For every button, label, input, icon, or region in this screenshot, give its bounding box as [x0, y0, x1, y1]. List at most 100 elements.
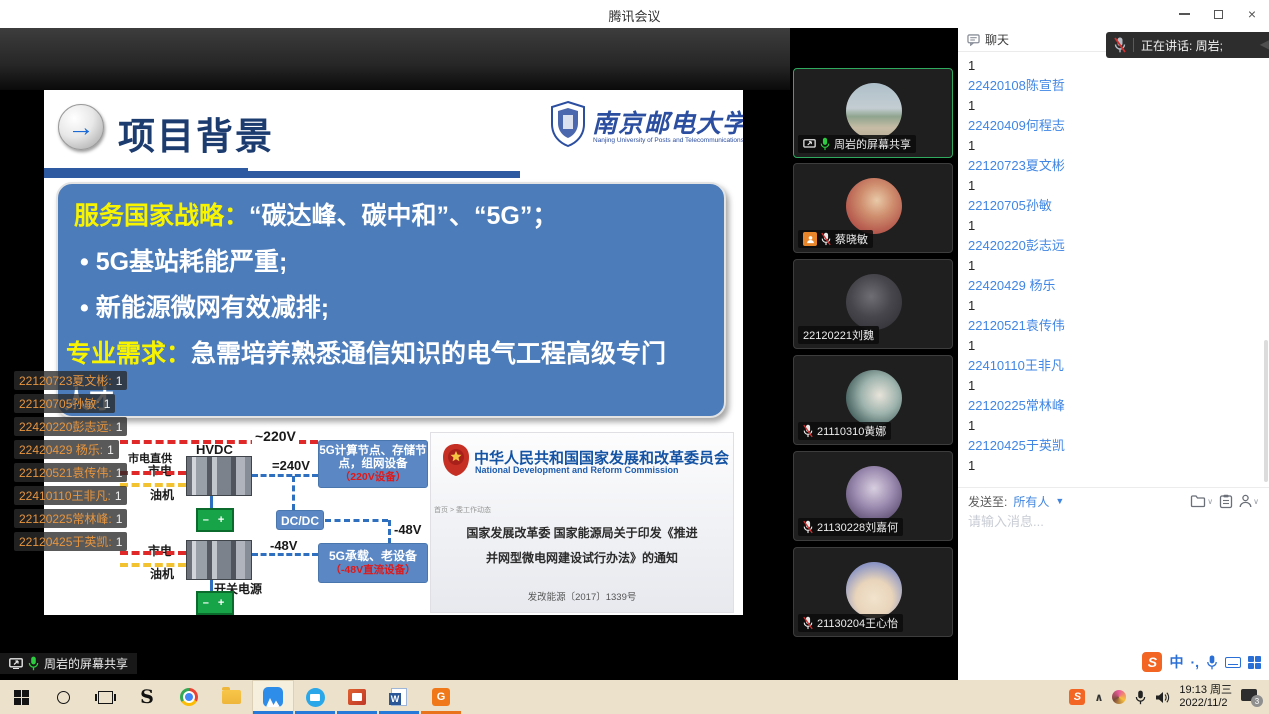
red-dashed-line-2: [120, 551, 186, 555]
overlay-message: 22120225常林峰:1: [14, 509, 127, 528]
battery-2: – +: [196, 591, 234, 615]
ime-toolbox-icon[interactable]: [1248, 656, 1261, 669]
history-folder-button[interactable]: ∨: [1190, 494, 1213, 508]
overlay-message: 22120425于英凯:1: [14, 532, 127, 551]
title-divider-bar-thin: [248, 171, 520, 178]
chat-sender[interactable]: 22120705孙敏: [968, 196, 1269, 216]
chat-sender[interactable]: 22120225常林峰: [968, 396, 1269, 416]
title-divider-bar: [44, 168, 248, 178]
avatar: [846, 370, 902, 426]
avatar: [846, 83, 902, 139]
close-button[interactable]: ×: [1235, 0, 1269, 28]
start-button[interactable]: [0, 680, 42, 714]
send-to-select[interactable]: 所有人: [1013, 493, 1049, 510]
blue-dashed-dcdc-out: [325, 519, 388, 522]
participant-tile-zhouyan[interactable]: 周岩的屏幕共享: [793, 68, 953, 158]
mic-on-icon: [28, 656, 39, 671]
gov-doc-number: 发改能源〔2017〕1339号: [430, 589, 734, 603]
private-chat-button[interactable]: ∨: [1239, 494, 1259, 508]
chat-scrollbar[interactable]: [1264, 340, 1268, 482]
chat-input[interactable]: [968, 514, 1248, 529]
host-icon: [803, 232, 817, 246]
chat-sender[interactable]: 22120425于英凯: [968, 436, 1269, 456]
blue-dashed-240v: [252, 474, 318, 477]
blue-dashed-vert-1: [292, 476, 295, 510]
system-tray: S ∧ 19:13 周三 2022/11/2 3: [1069, 684, 1269, 710]
chevron-down-icon[interactable]: ▼: [1055, 496, 1064, 506]
tray-app-icon[interactable]: [1112, 690, 1126, 704]
label-240v: =240V: [272, 458, 310, 473]
participant-badge: 21130228刘嘉何: [798, 518, 903, 536]
taskbar-clock[interactable]: 19:13 周三 2022/11/2: [1179, 684, 1232, 710]
participant-tile-caixiaomin[interactable]: 蔡晓敏: [793, 163, 953, 253]
battery-1: – +: [196, 508, 234, 532]
blue-dashed-vert-2: [388, 520, 391, 544]
participant-tile-liujiahe[interactable]: 21130228刘嘉何: [793, 451, 953, 541]
chat-sender[interactable]: 22420220彭志远: [968, 236, 1269, 256]
notification-center-icon[interactable]: 3: [1241, 689, 1261, 705]
sogou-logo-icon[interactable]: S: [1142, 652, 1162, 672]
slide-bullet-2: • 新能源微网有效减排;: [80, 288, 329, 324]
slide-content-box: 服务国家战略：“碳达峰、碳中和”、“5G”； • 5G基站耗能严重; • 新能源…: [56, 182, 726, 418]
chat-message-list: 1 22420108陈宣哲 1 22420409何程志 1 22120723夏文…: [958, 52, 1269, 476]
ime-punct-toggle[interactable]: ·,: [1190, 654, 1199, 670]
tencent-meeting-button[interactable]: [252, 680, 294, 714]
ime-lang-toggle[interactable]: 中: [1169, 652, 1183, 672]
screen-share-icon: [9, 658, 23, 669]
participant-badge: 21130204王心怡: [798, 614, 903, 632]
ime-keyboard-icon[interactable]: [1225, 657, 1241, 668]
chat-message: 1: [968, 216, 1269, 236]
chat-message: 1: [968, 256, 1269, 276]
pdf-app-button[interactable]: G: [420, 680, 462, 714]
overlay-message: 22410110王非凡:1: [14, 486, 127, 505]
chat-sender[interactable]: 22420409何程志: [968, 116, 1269, 136]
slide-line-4-text: 急需培养熟悉通信知识的电气工程高级专门: [191, 340, 666, 368]
tencent-meeting-icon: [263, 687, 283, 707]
switch-psu-cabinet-image: [186, 540, 252, 580]
file-explorer-button[interactable]: [210, 680, 252, 714]
screen-share-icon: [803, 139, 816, 149]
label-48v-a: -48V: [394, 522, 421, 537]
avatar: [846, 562, 902, 618]
participant-badge: 21110310黄娜: [798, 422, 891, 440]
cloud-doc-button[interactable]: [294, 680, 336, 714]
search-button[interactable]: [42, 680, 84, 714]
chat-sender[interactable]: 22120723夏文彬: [968, 156, 1269, 176]
chat-sender[interactable]: 22120521袁传伟: [968, 316, 1269, 336]
blue-dashed-batt-1: [210, 496, 213, 508]
njupt-logo-subtext: Nanjing University of Posts and Telecomm…: [593, 137, 743, 144]
participant-tile-liuwei[interactable]: 22120221刘魏: [793, 259, 953, 349]
label-oil-1: 油机: [150, 486, 174, 503]
label-48v-b: -48V: [270, 538, 297, 553]
toast-collapse-handle[interactable]: ◀: [1260, 37, 1269, 51]
task-view-button[interactable]: [84, 680, 126, 714]
announcement-button[interactable]: [1219, 494, 1233, 509]
meeting-main: → 项目背景 南京邮电大学 Nanjing University of Post…: [0, 28, 1269, 680]
gov-notice-line-2: 并网型微电网建设试行办法》的通知: [430, 549, 734, 566]
chat-sender[interactable]: 22420108陈宣哲: [968, 76, 1269, 96]
overlay-message: 22120705孙敏:1: [14, 394, 115, 413]
chrome-button[interactable]: [168, 680, 210, 714]
tray-mic-icon[interactable]: [1135, 690, 1146, 705]
ime-mic-icon[interactable]: [1206, 655, 1218, 670]
minimize-button[interactable]: [1167, 0, 1201, 28]
sogou-tray-icon[interactable]: S: [1069, 689, 1085, 705]
speaking-toast: 正在讲话: 周岩; ◀: [1106, 32, 1269, 58]
chat-sender[interactable]: 22410110王非凡: [968, 356, 1269, 376]
blue-dashed-48v: [252, 553, 318, 556]
slide-line-1: 服务国家战略：“碳达峰、碳中和”、“5G”；: [74, 196, 557, 232]
slide-line-1-label: 服务国家战略：: [74, 202, 249, 230]
participant-tile-wangxinyi[interactable]: 21130204王心怡: [793, 547, 953, 637]
chat-sender[interactable]: 22420429 杨乐: [968, 276, 1269, 296]
hidden-icons-chevron[interactable]: ∧: [1094, 691, 1103, 704]
participant-tile-huangna[interactable]: 21110310黄娜: [793, 355, 953, 445]
volume-icon[interactable]: [1155, 691, 1170, 704]
notification-count-badge: 3: [1251, 695, 1263, 707]
word-button[interactable]: W: [378, 680, 420, 714]
njupt-emblem-icon: [549, 100, 587, 148]
powerpoint-button[interactable]: [336, 680, 378, 714]
chat-message: 1: [968, 136, 1269, 156]
s-app-button[interactable]: S: [126, 680, 168, 714]
label-220v: ~220V: [252, 428, 299, 444]
restore-button[interactable]: [1201, 0, 1235, 28]
